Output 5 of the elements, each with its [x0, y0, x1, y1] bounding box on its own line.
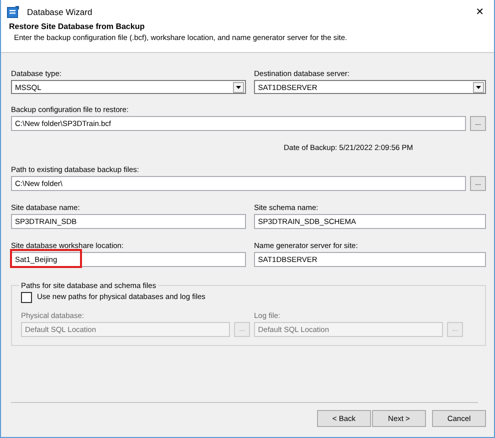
page-heading: Restore Site Database from Backup — [9, 22, 146, 31]
checkbox[interactable] — [21, 292, 32, 303]
window-title: Database Wizard — [27, 7, 94, 17]
app-icon — [7, 6, 19, 18]
close-button[interactable]: ✕ — [466, 6, 494, 18]
